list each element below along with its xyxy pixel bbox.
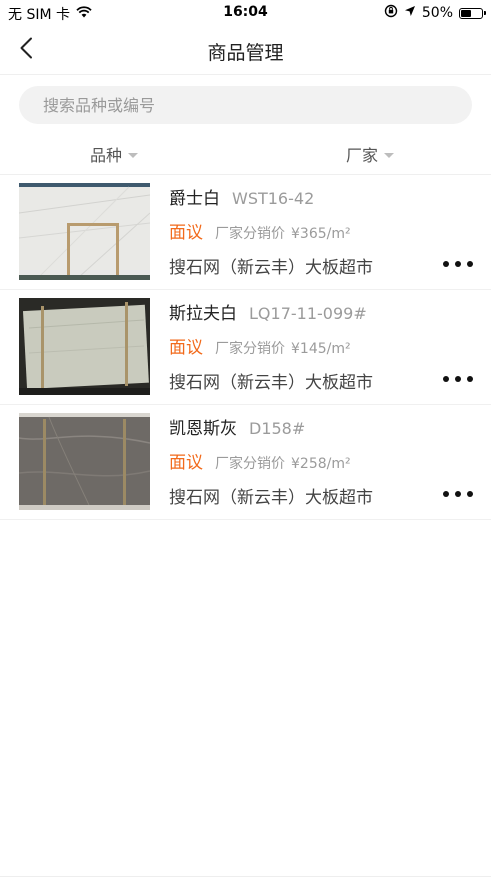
distribution-price: ¥365/m² — [291, 226, 351, 242]
status-right: 50% — [384, 4, 486, 22]
distribution-price: ¥145/m² — [291, 341, 351, 357]
filter-bar: 品种 厂家 — [0, 132, 491, 175]
more-options-button[interactable] — [443, 370, 473, 388]
supplier-name: 搜石网（新云丰）大板超市 — [169, 373, 373, 393]
product-row[interactable]: 斯拉夫白 LQ17-11-099# 面议 厂家分销价 ¥145/m² 搜石网（新… — [0, 290, 491, 405]
price-status: 面议 — [169, 338, 203, 358]
battery-cap — [484, 11, 486, 15]
filter-factory-dropdown[interactable]: 厂家 — [346, 142, 395, 166]
filter-variety-dropdown[interactable]: 品种 — [90, 142, 139, 166]
status-bar: 无 SIM 卡 16:04 50% — [0, 0, 491, 26]
product-name-line: 斯拉夫白 LQ17-11-099# — [169, 299, 367, 324]
nav-bar: 商品管理 — [0, 26, 491, 75]
battery-percent: 50% — [421, 5, 453, 21]
product-image-white-marble — [19, 183, 150, 280]
battery-fill — [461, 9, 471, 17]
more-dot — [467, 261, 473, 267]
more-dot — [467, 491, 473, 497]
price-line: 面议 厂家分销价 ¥145/m² — [169, 333, 351, 358]
more-dot — [443, 376, 449, 382]
price-status: 面议 — [169, 453, 203, 473]
more-dot — [467, 376, 473, 382]
price-line: 面议 厂家分销价 ¥365/m² — [169, 218, 351, 243]
distribution-price-label: 厂家分销价 — [215, 341, 285, 357]
price-status: 面议 — [169, 223, 203, 243]
page-title: 商品管理 — [207, 42, 284, 64]
supplier-name: 搜石网（新云丰）大板超市 — [169, 258, 373, 278]
product-code: LQ17-11-099# — [249, 304, 367, 323]
caret-down-icon — [384, 152, 395, 158]
more-dot — [443, 491, 449, 497]
product-code: WST16-42 — [232, 189, 315, 208]
product-row[interactable]: 凯恩斯灰 D158# 面议 厂家分销价 ¥258/m² 搜石网（新云丰）大板超市 — [0, 405, 491, 520]
product-name: 凯恩斯灰 — [169, 419, 237, 439]
more-dot — [455, 376, 461, 382]
location-icon — [404, 5, 416, 21]
product-list: 爵士白 WST16-42 面议 厂家分销价 ¥365/m² 搜石网（新云丰）大板… — [0, 175, 491, 520]
product-name: 爵士白 — [169, 189, 220, 209]
product-name-line: 凯恩斯灰 D158# — [169, 414, 305, 439]
distribution-price: ¥258/m² — [291, 456, 351, 472]
product-code: D158# — [249, 419, 306, 438]
more-dot — [455, 491, 461, 497]
search-bar[interactable] — [19, 86, 472, 124]
product-image-grey-white-marble — [19, 298, 150, 395]
distribution-price-label: 厂家分销价 — [215, 226, 285, 242]
product-image-grey-marble — [19, 413, 150, 510]
filter-variety-label: 品种 — [90, 146, 123, 165]
supplier-name: 搜石网（新云丰）大板超市 — [169, 488, 373, 508]
more-options-button[interactable] — [443, 485, 473, 503]
battery-icon — [459, 7, 486, 19]
product-row[interactable]: 爵士白 WST16-42 面议 厂家分销价 ¥365/m² 搜石网（新云丰）大板… — [0, 175, 491, 290]
caret-down-icon — [128, 152, 139, 158]
price-line: 面议 厂家分销价 ¥258/m² — [169, 448, 351, 473]
more-dot — [443, 261, 449, 267]
more-options-button[interactable] — [443, 255, 473, 273]
product-name-line: 爵士白 WST16-42 — [169, 184, 314, 209]
search-input[interactable] — [41, 94, 445, 116]
product-name: 斯拉夫白 — [169, 304, 237, 324]
filter-factory-label: 厂家 — [346, 146, 379, 165]
more-dot — [455, 261, 461, 267]
distribution-price-label: 厂家分销价 — [215, 456, 285, 472]
orientation-lock-icon — [384, 4, 398, 22]
